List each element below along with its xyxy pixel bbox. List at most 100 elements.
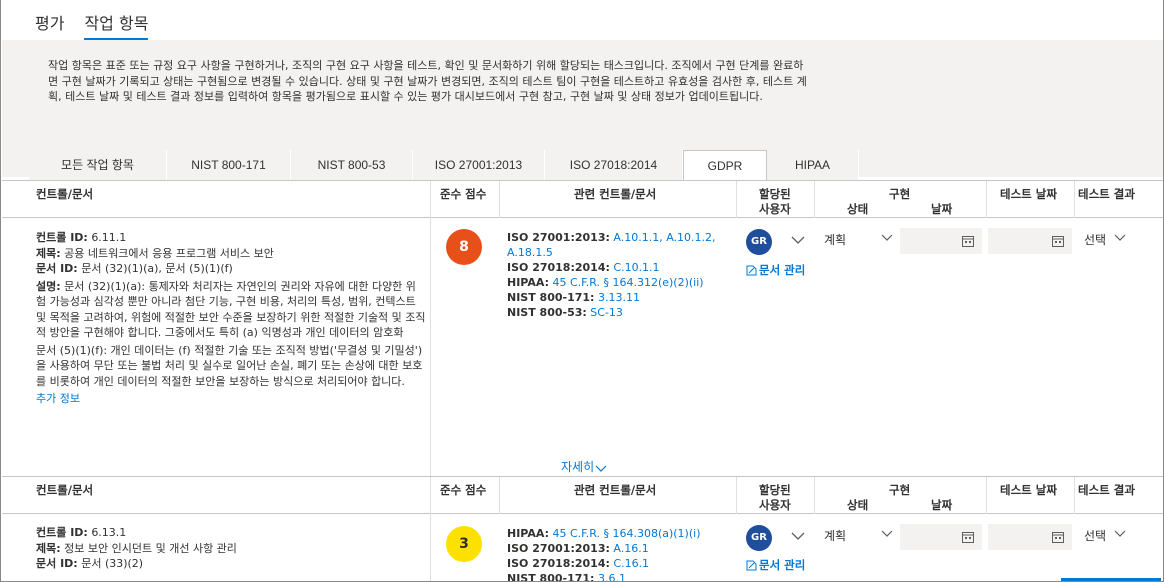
chevron-down-icon[interactable] bbox=[881, 234, 893, 241]
avatar[interactable]: GR bbox=[746, 229, 772, 255]
col-related[interactable]: 관련 컨트롤/문서 bbox=[574, 482, 656, 498]
status-dropdown[interactable]: 계획 bbox=[824, 527, 846, 544]
col-divider bbox=[1074, 181, 1075, 218]
related-label: HIPAA: bbox=[507, 527, 549, 540]
doc-id: 문서 (32)(1)(a), 문서 (5)(1)(f) bbox=[81, 262, 233, 275]
compliance-score-badge: 3 bbox=[446, 526, 482, 562]
control-id-label: 컨트롤 ID: bbox=[36, 526, 88, 539]
nav-action-items[interactable]: 작업 항목 bbox=[84, 8, 149, 40]
avatar[interactable]: GR bbox=[746, 525, 772, 551]
col-assigned-2[interactable]: 사용자 bbox=[759, 497, 791, 513]
doc-id-label: 문서 ID: bbox=[36, 262, 78, 275]
col-test-date[interactable]: 테스트 날짜 bbox=[1000, 186, 1057, 202]
related-link[interactable]: C.10.1.1 bbox=[613, 261, 659, 274]
test-date-input[interactable] bbox=[988, 524, 1072, 550]
chevron-down-icon[interactable] bbox=[791, 236, 805, 244]
document-management-label: 문서 관리 bbox=[759, 263, 806, 277]
col-assigned-2[interactable]: 사용자 bbox=[759, 201, 791, 217]
related-link[interactable]: 3.13.11 bbox=[598, 291, 640, 304]
related-label: ISO 27001:2013: bbox=[507, 542, 610, 555]
col-divider bbox=[430, 477, 431, 581]
tab-iso-27018[interactable]: ISO 27018:2014 bbox=[545, 150, 683, 180]
control-id-label: 컨트롤 ID: bbox=[36, 231, 88, 244]
implementation-date-input[interactable] bbox=[900, 524, 982, 550]
tab-hipaa[interactable]: HIPAA bbox=[767, 150, 859, 180]
compliance-score-badge: 8 bbox=[446, 229, 482, 265]
col-divider bbox=[736, 477, 737, 514]
calendar-icon bbox=[1052, 532, 1064, 543]
related-link[interactable]: A.16.1 bbox=[613, 542, 648, 555]
col-related[interactable]: 관련 컨트롤/문서 bbox=[574, 186, 656, 202]
col-implementation[interactable]: 구현 bbox=[889, 482, 910, 498]
control-title: 정보 보안 인시던트 및 개선 사항 관리 bbox=[64, 541, 237, 555]
col-control[interactable]: 컨트롤/문서 bbox=[36, 482, 93, 498]
col-date[interactable]: 날짜 bbox=[931, 497, 952, 513]
related-label: HIPAA: bbox=[507, 276, 549, 289]
col-score[interactable]: 준수 점수 bbox=[440, 482, 486, 498]
implementation-date-input[interactable] bbox=[900, 228, 982, 254]
related-label: NIST 800-53: bbox=[507, 306, 587, 319]
col-assigned-1[interactable]: 할당된 bbox=[759, 482, 791, 498]
more-info-link[interactable]: 추가 정보 bbox=[36, 391, 426, 407]
col-divider bbox=[1074, 477, 1075, 514]
related-link[interactable]: 3.6.1 bbox=[598, 572, 626, 581]
document-management-link[interactable]: 문서 관리 bbox=[746, 262, 805, 278]
col-divider bbox=[814, 477, 815, 514]
related-link[interactable]: 45 C.F.R. § 164.308(a)(1)(i) bbox=[552, 527, 700, 540]
col-test-date[interactable]: 테스트 날짜 bbox=[1000, 482, 1057, 498]
related-link[interactable]: SC-13 bbox=[590, 306, 623, 319]
table-header: 컨트롤/문서 준수 점수 관련 컨트롤/문서 할당된 사용자 구현 상태 날짜 … bbox=[2, 476, 1163, 514]
document-icon bbox=[746, 560, 757, 571]
tab-all-action-items[interactable]: 모든 작업 항목 bbox=[29, 150, 167, 180]
tab-iso-27001[interactable]: ISO 27001:2013 bbox=[413, 150, 545, 180]
show-more-button[interactable]: 자세히 bbox=[561, 458, 608, 475]
control-id: 6.11.1 bbox=[91, 231, 127, 244]
related-controls: HIPAA: 45 C.F.R. § 164.308(a)(1)(i) ISO … bbox=[507, 526, 737, 581]
document-management-link[interactable]: 문서 관리 bbox=[746, 557, 805, 573]
status-dropdown[interactable]: 계획 bbox=[824, 231, 846, 248]
doc-id: 문서 (33)(2) bbox=[81, 557, 144, 570]
col-divider bbox=[499, 181, 500, 218]
tab-gdpr[interactable]: GDPR bbox=[683, 150, 767, 180]
related-controls: ISO 27001:2013: A.10.1.1, A.10.1.2, A.18… bbox=[507, 230, 737, 320]
col-date[interactable]: 날짜 bbox=[931, 201, 952, 217]
test-result-dropdown[interactable]: 선택 bbox=[1084, 231, 1106, 248]
control-description-2: 문서 (5)(1)(f): 개인 데이터는 (f) 적절한 기술 또는 조직적 … bbox=[36, 343, 423, 388]
table-row: 컨트롤 ID: 6.11.1 제목: 공용 네트워크에서 응용 프로그램 서비스… bbox=[36, 230, 426, 407]
test-result-dropdown[interactable]: 선택 bbox=[1084, 527, 1106, 544]
col-implementation[interactable]: 구현 bbox=[889, 186, 910, 202]
scroll-indicator bbox=[1061, 578, 1161, 581]
related-label: NIST 800-171: bbox=[507, 291, 595, 304]
document-icon bbox=[746, 265, 757, 276]
col-status[interactable]: 상태 bbox=[847, 497, 868, 513]
chevron-down-icon[interactable] bbox=[1114, 234, 1126, 241]
chevron-down-icon[interactable] bbox=[791, 532, 805, 540]
related-link[interactable]: C.16.1 bbox=[613, 557, 649, 570]
calendar-icon bbox=[962, 236, 974, 247]
title-label: 제목: bbox=[36, 541, 61, 555]
col-control[interactable]: 컨트롤/문서 bbox=[36, 186, 93, 202]
col-divider bbox=[986, 477, 987, 514]
document-management-label: 문서 관리 bbox=[759, 558, 806, 572]
col-status[interactable]: 상태 bbox=[847, 201, 868, 217]
test-date-input[interactable] bbox=[988, 228, 1072, 254]
col-divider bbox=[736, 181, 737, 218]
col-test-result[interactable]: 테스트 결과 bbox=[1078, 482, 1135, 498]
nav-assessments[interactable]: 평가 bbox=[35, 8, 64, 40]
col-test-result[interactable]: 테스트 결과 bbox=[1078, 186, 1135, 202]
desc-label: 설명: bbox=[36, 279, 61, 293]
show-more-label: 자세히 bbox=[561, 460, 595, 474]
col-score[interactable]: 준수 점수 bbox=[440, 186, 486, 202]
table-header: 컨트롤/문서 준수 점수 관련 컨트롤/문서 할당된 사용자 구현 상태 날짜 … bbox=[2, 180, 1163, 218]
col-divider bbox=[814, 181, 815, 218]
doc-id-label: 문서 ID: bbox=[36, 557, 78, 570]
related-link[interactable]: 45 C.F.R. § 164.312(e)(2)(ii) bbox=[552, 276, 703, 289]
chevron-down-icon[interactable] bbox=[1114, 530, 1126, 537]
chevron-down-icon bbox=[595, 465, 607, 472]
col-divider bbox=[499, 477, 500, 514]
chevron-down-icon[interactable] bbox=[881, 530, 893, 537]
col-assigned-1[interactable]: 할당된 bbox=[759, 186, 791, 202]
tab-nist-800-171[interactable]: NIST 800-171 bbox=[167, 150, 291, 180]
related-label: ISO 27001:2013: bbox=[507, 231, 610, 244]
tab-nist-800-53[interactable]: NIST 800-53 bbox=[291, 150, 413, 180]
